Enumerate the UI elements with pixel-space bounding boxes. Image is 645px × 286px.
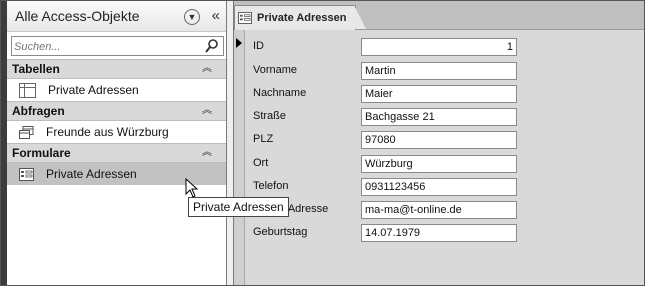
group-formulare[interactable]: Formulare ︽ (7, 143, 226, 163)
plz-field[interactable]: 97080 (361, 131, 517, 149)
tab-label: Private Adressen (257, 12, 347, 24)
nachname-field[interactable]: Maier (361, 85, 517, 103)
nav-item-label: Private Adressen (46, 167, 137, 181)
chevron-up-icon[interactable]: ︽ (202, 102, 212, 120)
query-icon (19, 125, 34, 139)
group-label: Formulare (12, 146, 71, 160)
form-detail: ID 1 Vorname Martin Nachname Maier Straß… (245, 30, 644, 285)
pane-splitter[interactable] (227, 1, 234, 285)
navigation-pane-header[interactable]: Alle Access-Objekte ▼ « (7, 1, 226, 32)
vorname-field[interactable]: Martin (361, 62, 517, 80)
group-abfragen[interactable]: Abfragen ︽ (7, 101, 226, 121)
tooltip: Private Adressen (188, 197, 289, 217)
tab-edge (354, 5, 366, 29)
navigation-pane: Alle Access-Objekte ▼ « Tabellen ︽ Priva… (7, 1, 227, 285)
chevron-up-icon[interactable]: ︽ (202, 144, 212, 162)
chevron-down-icon[interactable]: ▼ (184, 9, 200, 25)
form-icon (19, 167, 34, 181)
document-tab-strip: Private Adressen (234, 1, 644, 30)
form-row-plz: PLZ 97080 (245, 131, 644, 149)
group-label: Abfragen (12, 104, 65, 118)
field-label: Telefon (253, 180, 289, 192)
mouse-pointer-icon (185, 178, 199, 198)
current-record-icon (236, 38, 242, 48)
form-row-strasse: Straße Bachgasse 21 (245, 108, 644, 126)
form-row-nachname: Nachname Maier (245, 85, 644, 103)
form-row-id: ID 1 (245, 38, 644, 56)
record-selector[interactable] (234, 30, 245, 285)
table-icon (19, 82, 36, 98)
form-row-telefon: Telefon 0931123456 (245, 178, 644, 196)
group-label: Tabellen (12, 62, 60, 76)
nav-item-query-freunde-aus-wuerzburg[interactable]: Freunde aus Würzburg (7, 121, 226, 143)
document-area: Private Adressen ID 1 Vorname Martin Nac… (234, 1, 644, 285)
form-row-ort: Ort Würzburg (245, 155, 644, 173)
navigation-pane-title: Alle Access-Objekte (15, 8, 140, 24)
form-row-vorname: Vorname Martin (245, 62, 644, 80)
search-box (11, 36, 224, 56)
field-label: Vorname (253, 64, 298, 76)
strasse-field[interactable]: Bachgasse 21 (361, 108, 517, 126)
field-label: Ort (253, 157, 269, 169)
geburtstag-field[interactable]: 14.07.1979 (361, 224, 517, 242)
chevron-up-icon[interactable]: ︽ (202, 60, 212, 78)
tab-private-adressen[interactable]: Private Adressen (234, 5, 356, 30)
form-icon (238, 12, 252, 24)
group-tabellen[interactable]: Tabellen ︽ (7, 59, 226, 79)
id-field[interactable]: 1 (361, 38, 517, 56)
form-row-email: E-Mail-Adresse ma-ma@t-online.de (245, 201, 644, 219)
field-label: Nachname (253, 87, 307, 99)
field-label: Geburtstag (253, 226, 308, 238)
form-row-geburtstag: Geburtstag 14.07.1979 (245, 224, 644, 242)
field-label: Straße (253, 110, 287, 122)
field-label: ID (253, 40, 264, 52)
collapse-pane-icon[interactable]: « (212, 7, 220, 24)
nav-item-table-private-adressen[interactable]: Private Adressen (7, 79, 226, 101)
ort-field[interactable]: Würzburg (361, 155, 517, 173)
nav-item-label: Freunde aus Würzburg (46, 125, 169, 139)
field-label: PLZ (253, 133, 274, 145)
search-icon[interactable] (204, 38, 220, 54)
search-input[interactable] (12, 39, 194, 55)
email-field[interactable]: ma-ma@t-online.de (361, 201, 517, 219)
access-window: Alle Access-Objekte ▼ « Tabellen ︽ Priva… (0, 0, 645, 286)
nav-item-label: Private Adressen (48, 83, 139, 97)
telefon-field[interactable]: 0931123456 (361, 178, 517, 196)
